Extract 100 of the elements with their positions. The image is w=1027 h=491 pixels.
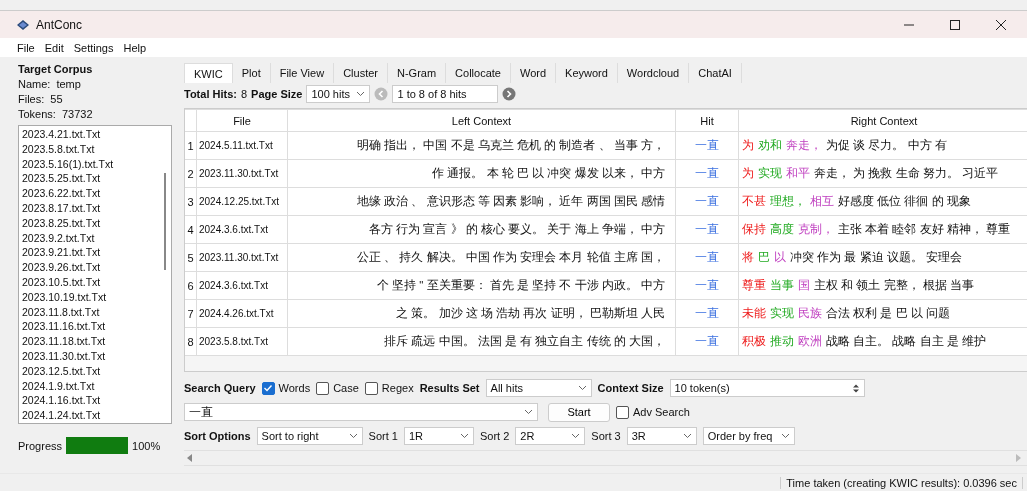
row-number: 3 — [185, 187, 197, 216]
row-number: 2 — [185, 159, 197, 188]
window-title: AntConc — [36, 17, 83, 32]
hit-cell: 一直 — [675, 327, 739, 356]
file-list-item[interactable]: 2023.11.8.txt.Txt — [22, 304, 159, 320]
scroll-left-icon[interactable] — [187, 454, 193, 462]
column-header[interactable]: Hit — [675, 109, 739, 132]
file-list-item[interactable]: 2023.4.21.txt.Txt — [22, 127, 159, 142]
left-context-cell: 个 坚持 " 至关重要： 首先 是 坚持 不 干涉 内政。 中方 — [287, 271, 676, 300]
left-context-cell: 公正 、 持久 解决。 中国 作为 安理会 本月 轮值 主席 国， — [287, 243, 676, 272]
column-header[interactable]: Left Context — [287, 109, 676, 132]
checkbox[interactable] — [364, 381, 378, 395]
progress-label: Progress — [18, 439, 63, 452]
checkbox[interactable] — [316, 381, 330, 395]
file-list-item[interactable]: 2023.12.5.txt.Txt — [22, 363, 159, 379]
tab[interactable]: KWIC — [184, 63, 233, 83]
left-context-cell: 地缘 政治 、 意识形态 等 因素 影响， 近年 两国 国民 感情 — [287, 187, 676, 216]
sort-options-label: Sort Options — [184, 430, 251, 442]
caret-icon[interactable] — [577, 385, 587, 391]
hit-range-field[interactable]: 1 to 8 of 8 hits — [392, 85, 499, 103]
file-list-item[interactable]: 2023.9.26.txt.Txt — [22, 260, 159, 275]
caret-icon[interactable] — [571, 433, 581, 439]
sort-level-dropdown[interactable]: 3R — [626, 427, 697, 445]
file-list-item[interactable]: 2023.9.21.txt.Txt — [22, 245, 159, 261]
tab[interactable]: Word — [510, 63, 557, 83]
file-list-item[interactable]: 2023.11.18.txt.Txt — [22, 334, 159, 349]
sort-level-label: Sort 2 — [479, 430, 510, 442]
file-list-item[interactable]: 2023.5.8.txt.Txt — [22, 141, 159, 157]
context-size-label: Context Size — [597, 382, 664, 394]
file-cell: 2024.5.11.txt.Txt — [196, 131, 288, 160]
column-header[interactable]: Right Context — [738, 109, 1027, 132]
file-cell: 2023.11.30.txt.Txt — [196, 243, 288, 272]
tab[interactable]: ChatAI — [689, 63, 742, 83]
file-list-item[interactable]: 2024.1.16.txt.Txt — [22, 393, 159, 409]
start-button[interactable]: Start — [548, 402, 610, 422]
row-number: 8 — [185, 327, 197, 356]
file-list-item[interactable]: 2024.1.9.txt.Txt — [22, 378, 159, 394]
search-query-field[interactable]: 一直 — [184, 403, 538, 421]
file-list-item[interactable]: 2023.5.25.txt.Txt — [22, 171, 159, 187]
file-cell: 2023.5.8.txt.Txt — [196, 327, 288, 356]
tab[interactable]: N-Gram — [388, 63, 447, 83]
menu-item[interactable]: Help — [123, 41, 147, 54]
checkbox[interactable] — [261, 381, 275, 395]
file-list-item[interactable]: 2023.8.25.txt.Txt — [22, 215, 159, 231]
file-list-item[interactable]: 2024.1.24.txt.Txt — [22, 408, 159, 423]
adv-search-checkbox[interactable]: Adv Search — [616, 405, 690, 419]
caret-icon[interactable] — [459, 433, 469, 439]
tab[interactable]: Wordcloud — [617, 63, 690, 83]
menu-item[interactable]: File — [17, 41, 35, 54]
tab[interactable]: Keyword — [556, 63, 618, 83]
tab[interactable]: Cluster — [334, 63, 388, 83]
spinner-arrows-icon[interactable] — [851, 382, 860, 394]
file-cell: 2024.3.6.txt.Txt — [196, 271, 288, 300]
left-context-cell: 作 通报。 本 轮 巴 以 冲突 爆发 以来， 中方 — [287, 159, 676, 188]
row-number: 5 — [185, 243, 197, 272]
tab[interactable]: File View — [270, 63, 335, 83]
app-logo-icon — [16, 18, 30, 31]
status-text: Time taken (creating KWIC results): 0.0396 sec — [780, 476, 1023, 489]
file-cell: 2024.4.26.txt.Txt — [196, 299, 288, 328]
caret-icon[interactable] — [356, 91, 366, 97]
file-list-item[interactable]: 2023.6.22.txt.Txt — [22, 186, 159, 201]
file-list-item[interactable]: 2023.9.2.txt.Txt — [22, 230, 159, 246]
page-size-label: Page Size — [251, 88, 303, 100]
maximize-icon[interactable] — [949, 18, 961, 31]
file-list-item[interactable]: 2023.8.17.txt.Txt — [22, 201, 159, 216]
file-list-item[interactable]: 2023.10.5.txt.Txt — [22, 274, 159, 290]
total-hits-label: Total Hits: — [184, 88, 237, 100]
sort-mode-dropdown[interactable]: Sort to right — [256, 427, 363, 445]
option-checkbox[interactable]: Regex — [364, 381, 414, 395]
menu-item[interactable]: Settings — [73, 41, 114, 54]
results-set-dropdown[interactable]: All hits — [485, 379, 592, 397]
sort-level-label: Sort 3 — [591, 430, 621, 442]
sort-level-dropdown[interactable]: 2R — [515, 427, 586, 445]
checkbox[interactable] — [616, 405, 629, 419]
file-list-item[interactable]: 2023.11.30.txt.Txt — [22, 348, 159, 364]
option-checkbox[interactable]: Case — [316, 381, 359, 395]
context-size-spinner[interactable]: 10 token(s) — [669, 379, 865, 397]
row-number: 6 — [185, 271, 197, 300]
column-header[interactable]: File — [196, 109, 288, 132]
files-label: Files: — [18, 93, 45, 105]
caret-icon[interactable] — [524, 409, 533, 415]
caret-icon[interactable] — [348, 433, 358, 439]
tokens-label: Tokens: — [18, 108, 56, 120]
sort-level-dropdown[interactable]: 1R — [403, 427, 474, 445]
next-icon[interactable] — [502, 87, 517, 101]
close-icon[interactable] — [995, 18, 1007, 31]
page-size-dropdown[interactable]: 100 hits — [306, 85, 371, 103]
caret-icon[interactable] — [780, 433, 790, 439]
order-dropdown[interactable]: Order by freq — [702, 427, 795, 445]
left-context-cell: 明确 指出， 中国 不是 乌克兰 危机 的 制造者 、 当事 方， — [287, 131, 676, 160]
left-context-cell: 各方 行为 宣言 》 的 核心 要义。 关于 海上 争端， 中方 — [287, 215, 676, 244]
tab[interactable]: Plot — [232, 63, 271, 83]
row-number: 7 — [185, 299, 197, 328]
caret-icon[interactable] — [682, 433, 692, 439]
file-list-item[interactable]: 2023.10.19.txt.Txt — [22, 289, 159, 305]
file-list-item[interactable]: 2023.5.16(1).txt.Txt — [22, 156, 159, 172]
tab[interactable]: Collocate — [446, 63, 511, 83]
file-list-item[interactable]: 2023.11.16.txt.Txt — [22, 319, 159, 335]
menu-item[interactable]: Edit — [44, 41, 64, 54]
option-checkbox[interactable]: Words — [261, 381, 311, 395]
